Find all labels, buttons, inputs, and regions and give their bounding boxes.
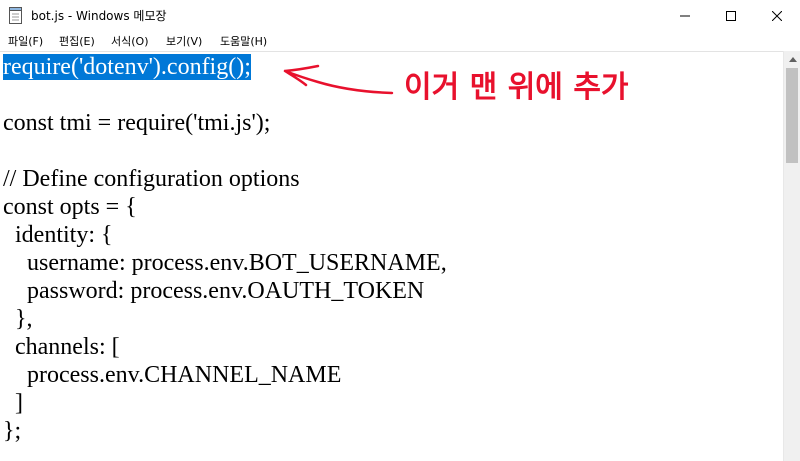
selected-text: require('dotenv').config(); <box>3 54 251 80</box>
chevron-up-icon <box>788 57 797 62</box>
menu-format[interactable]: 서식(O) <box>111 33 148 49</box>
maximize-icon <box>726 10 736 21</box>
minimize-button[interactable] <box>662 0 708 31</box>
close-icon <box>772 10 782 21</box>
close-button[interactable] <box>754 0 800 31</box>
menu-view[interactable]: 보기(V) <box>166 33 202 49</box>
window-title: bot.js - Windows 메모장 <box>31 9 167 23</box>
editor-line: const tmi = require('tmi.js'); <box>3 110 271 136</box>
editor-line: ] <box>3 390 23 416</box>
editor-line: process.env.CHANNEL_NAME <box>3 362 342 388</box>
text-editor[interactable]: require('dotenv').config(); const tmi = … <box>0 51 783 461</box>
editor-line: channels: [ <box>3 334 120 360</box>
editor-line: }, <box>3 306 33 332</box>
editor-line: }; <box>3 418 22 444</box>
editor-line: // Define configuration options <box>3 166 300 192</box>
editor-line: const opts = { <box>3 194 137 220</box>
vertical-scrollbar[interactable] <box>783 51 800 461</box>
menu-help[interactable]: 도움말(H) <box>220 33 267 49</box>
annotation-label: 이거 맨 위에 추가 <box>404 70 629 105</box>
title-bar: bot.js - Windows 메모장 <box>0 0 800 31</box>
scroll-thumb[interactable] <box>786 68 798 163</box>
menu-file[interactable]: 파일(F) <box>8 33 43 49</box>
editor-line: password: process.env.OAUTH_TOKEN <box>3 278 425 304</box>
editor-line: username: process.env.BOT_USERNAME, <box>3 250 447 276</box>
maximize-button[interactable] <box>708 0 754 31</box>
menu-edit[interactable]: 편집(E) <box>59 33 95 49</box>
notepad-icon <box>9 7 23 24</box>
minimize-icon <box>680 15 690 16</box>
menu-bar: 파일(F) 편집(E) 서식(O) 보기(V) 도움말(H) <box>0 31 800 51</box>
editor-line-selected: require('dotenv').config(); <box>3 53 251 81</box>
editor-line: identity: { <box>3 222 113 248</box>
scroll-up-button[interactable] <box>784 51 800 68</box>
